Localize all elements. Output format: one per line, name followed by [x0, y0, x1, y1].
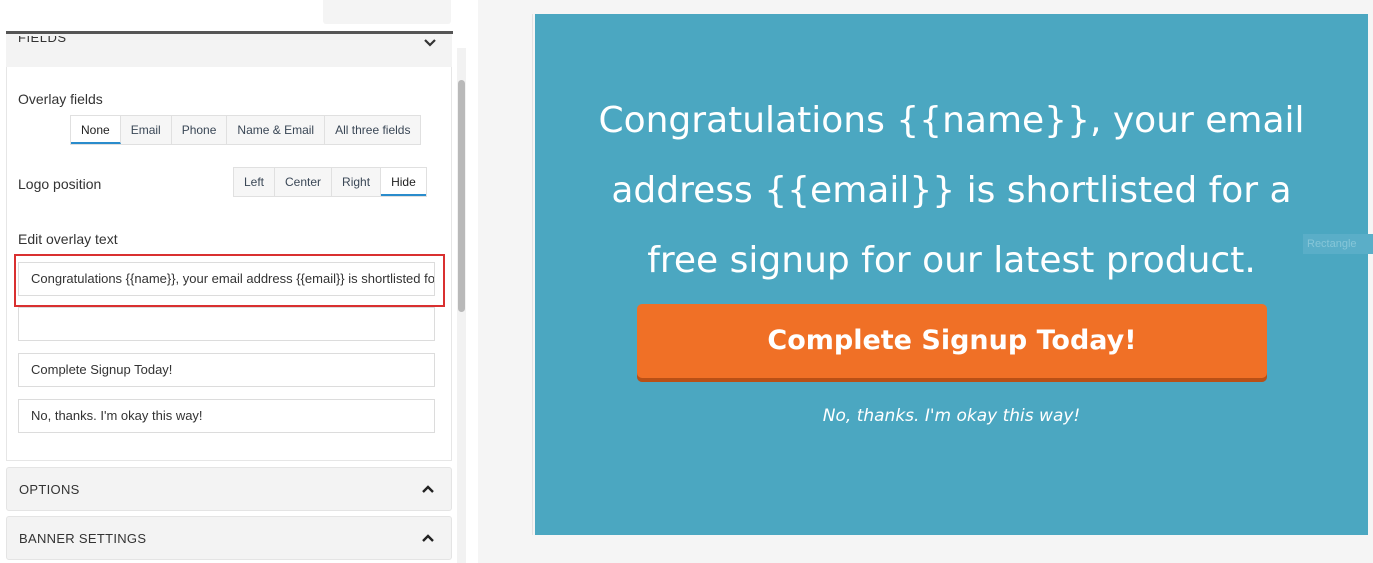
headline-line: address {{email}} is shortlisted for a — [611, 170, 1292, 211]
fields-section-title: FIELDS — [18, 36, 67, 45]
overlay-fields-selector: None Email Phone Name & Email All three … — [70, 115, 422, 145]
banner-headline: Congratulations {{name}}, your email add… — [535, 86, 1368, 296]
settings-panel: FIELDS Overlay fields None Email Phone N… — [0, 0, 470, 563]
overlay-fields-label: Overlay fields — [18, 91, 103, 107]
logo-position-selector: Left Center Right Hide — [233, 167, 427, 197]
chevron-up-icon[interactable] — [421, 484, 435, 494]
overlay-option-email[interactable]: Email — [120, 116, 172, 144]
overlay-option-none[interactable]: None — [71, 116, 121, 144]
fields-section-header[interactable]: FIELDS — [6, 34, 452, 67]
overlay-option-all-three[interactable]: All three fields — [325, 116, 421, 144]
complete-signup-button[interactable]: Complete Signup Today! — [637, 304, 1267, 378]
chevron-up-icon[interactable] — [421, 533, 435, 543]
panel-scrollbar-thumb[interactable] — [458, 80, 465, 312]
options-section-header[interactable]: OPTIONS — [6, 467, 452, 511]
logo-option-center[interactable]: Center — [275, 168, 333, 196]
decline-text-input[interactable]: No, thanks. I'm okay this way! — [18, 399, 435, 433]
logo-position-label: Logo position — [18, 176, 102, 192]
button-text-input[interactable]: Complete Signup Today! — [18, 353, 435, 387]
overlay-option-name-email[interactable]: Name & Email — [227, 116, 326, 144]
top-input[interactable] — [323, 0, 451, 24]
logo-option-hide[interactable]: Hide — [381, 168, 426, 196]
decline-link[interactable]: No, thanks. I'm okay this way! — [535, 406, 1368, 426]
headline-line: free signup for our latest product. — [647, 240, 1256, 281]
chevron-down-icon[interactable] — [424, 38, 436, 48]
banner-settings-section-header[interactable]: BANNER SETTINGS — [6, 516, 452, 560]
overlay-option-phone[interactable]: Phone — [171, 116, 228, 144]
banner-settings-section-title: BANNER SETTINGS — [19, 531, 147, 546]
rectangle-tag: Rectangle — [1303, 234, 1373, 254]
logo-option-right[interactable]: Right — [332, 168, 382, 196]
options-section-title: OPTIONS — [19, 482, 80, 497]
logo-option-left[interactable]: Left — [234, 168, 276, 196]
headline-line: Congratulations {{name}}, your email — [598, 100, 1305, 141]
second-text-input[interactable] — [18, 307, 435, 341]
preview-edge — [532, 14, 533, 535]
highlight-outline — [14, 254, 445, 307]
edit-overlay-text-label: Edit overlay text — [18, 231, 118, 247]
banner-preview[interactable]: Congratulations {{name}}, your email add… — [535, 14, 1368, 535]
